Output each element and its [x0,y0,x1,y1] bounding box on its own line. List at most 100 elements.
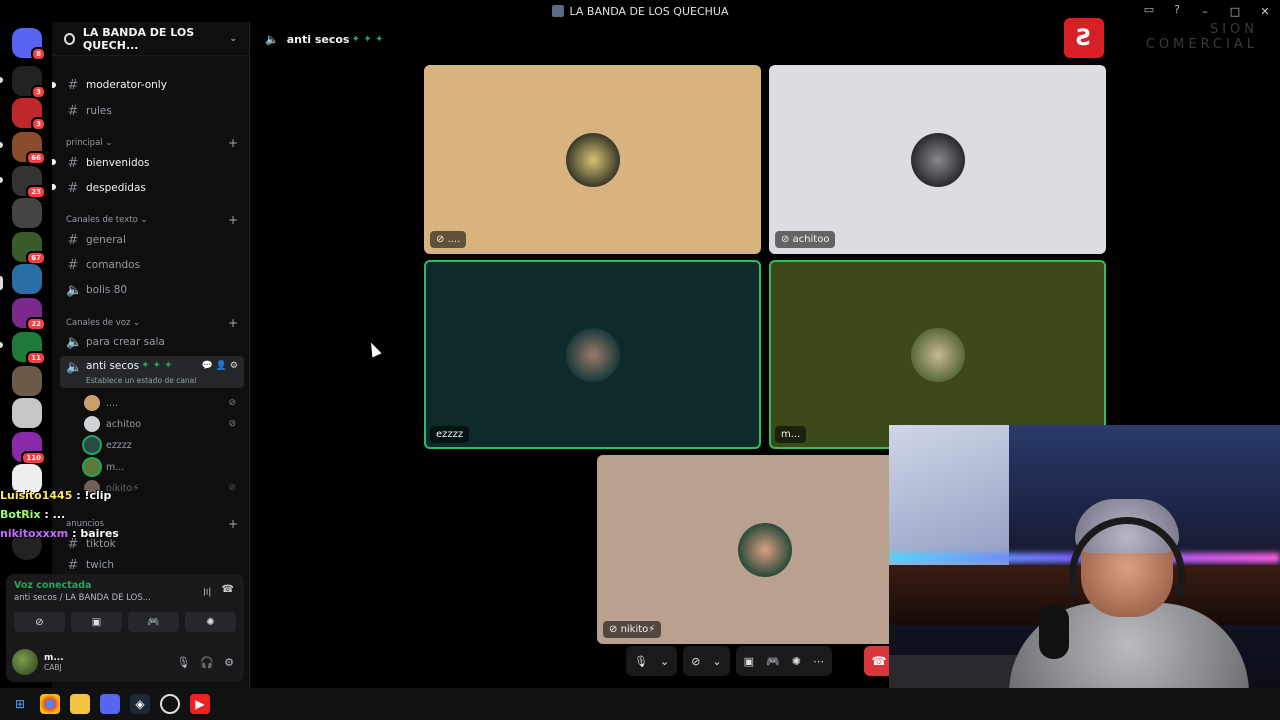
user-panel[interactable]: m... CABJ 🎙 🎧 ⚙ [12,648,240,676]
hash-icon: # [67,232,79,248]
plus-icon[interactable]: + [228,136,238,150]
avatar [12,649,38,675]
emote-icon: ✦ ✦ ✦ [141,360,173,371]
hash-icon: # [67,180,79,196]
screen-share-button[interactable]: ▣ [71,612,122,632]
camera-group[interactable]: ⊘ ⌄ [683,646,730,676]
voice-connection-panel: Voz conectada anti secos / LA BANDA DE L… [6,574,244,682]
chrome-icon[interactable] [40,694,60,714]
participant-tile[interactable]: ⊘ .... [424,65,761,254]
participant-tile[interactable]: ezzzz [424,260,761,449]
server-icon[interactable]: 11 [12,332,46,365]
help-icon[interactable]: ? [1170,3,1184,17]
plus-icon[interactable]: + [228,316,238,330]
webcam-overlay [889,425,1280,720]
brand-watermark: Ƨ SION COMERCIAL [1062,18,1280,62]
headphones-icon[interactable]: 🎧 [200,656,214,669]
participant-tile[interactable]: ⊘ achitoo [769,65,1106,254]
mic-icon[interactable]: 🎙 [634,655,648,668]
category-principal[interactable]: principal ⌄ + [66,136,238,150]
disconnect-icon[interactable]: ☎ [222,584,234,595]
channel-comandos[interactable]: # comandos [60,254,244,276]
camera-off-button[interactable]: ⊘ [14,612,65,632]
channel-moderator-only[interactable]: # moderator-only [60,74,244,96]
minimize-button[interactable]: – [1190,5,1220,18]
category-texto[interactable]: Canales de texto ⌄ + [66,213,238,227]
steam-icon[interactable]: ◈ [130,694,150,714]
activity-button[interactable]: 🎮 [128,612,179,632]
guild-header[interactable]: LA BANDA DE LOS QUECH... ⌄ [52,22,249,56]
home-button[interactable]: 8 [12,28,46,61]
chevron-down-icon[interactable]: ⌄ [660,655,669,668]
server-icon[interactable]: 66 [12,132,46,165]
chat-line: BotRix : ... [0,508,66,521]
plus-icon[interactable]: + [228,517,238,531]
chevron-down-icon: ⌄ [229,33,237,44]
close-button[interactable]: ✕ [1250,5,1280,18]
channel-anti-secos[interactable]: 🔈 anti secos ✦ ✦ ✦ 💬 👤 ⚙ Establece un est… [60,356,244,388]
maximize-button[interactable]: □ [1220,5,1250,18]
avatar [738,522,792,577]
channel-status-hint[interactable]: Establece un estado de canal [86,376,196,385]
participant-label: ⊘ nikito⚡ [603,621,662,638]
avatar [84,459,100,475]
plus-icon[interactable]: + [228,213,238,227]
muted-icon: ⊘ [228,419,236,429]
server-icon[interactable] [12,398,42,428]
guild-name: LA BANDA DE LOS QUECH... [82,25,195,52]
chat-line: Luisito1445 : !clip [0,489,112,502]
server-icon[interactable]: 3 [12,98,46,131]
server-icon[interactable] [12,198,42,228]
category-voz[interactable]: Canales de voz ⌄ + [66,316,238,330]
server-icon[interactable]: 67 [12,232,46,265]
emote-icon: ✦ ✦ ✦ [351,33,384,45]
mic-group[interactable]: 🎙 ⌄ [626,646,678,676]
gear-icon[interactable]: ⚙ [224,656,234,669]
muted-icon: ⊘ [228,398,236,408]
activity-icon[interactable]: 🎮 [766,655,780,668]
discord-icon[interactable] [100,694,120,714]
server-icon[interactable]: 23 [12,166,46,199]
signal-icon[interactable]: 〣 [202,584,212,599]
channel-bolis[interactable]: 🔈 bolis 80 [60,279,244,301]
voice-user[interactable]: .... ⊘ [84,394,244,412]
participant-label: ezzzz [430,426,470,443]
obs-icon[interactable] [160,694,180,714]
avatar [910,327,965,382]
actions-group[interactable]: ▣ 🎮 ✺ ⋯ [735,646,832,676]
voice-user[interactable]: m... [84,458,244,476]
voice-user[interactable]: achitoo ⊘ [84,415,244,433]
inbox-icon[interactable]: ▭ [1142,3,1156,17]
channel-twich[interactable]: # twich [60,558,244,572]
youtube-icon[interactable]: ▶ [190,694,210,714]
channel-despedidas[interactable]: # despedidas [60,177,244,199]
voice-user[interactable]: ezzzz [84,436,244,454]
channel-bienvenidos[interactable]: # bienvenidos [60,152,244,174]
server-icon[interactable]: 22 [12,298,46,331]
screen-share-icon[interactable]: ▣ [744,655,754,668]
participant-tile[interactable]: m... [769,260,1106,449]
channel-general[interactable]: # general [60,229,244,251]
camera-off-icon[interactable]: ⊘ [691,655,700,668]
start-icon[interactable]: ⊞ [10,694,30,714]
participant-tile[interactable]: ⊘ nikito⚡ [597,455,934,644]
soundboard-icon[interactable]: ✺ [792,655,801,668]
chevron-down-icon[interactable]: ⌄ [712,655,721,668]
server-icon[interactable]: 3 [12,66,46,99]
server-icon[interactable] [12,264,42,294]
channel-actions[interactable]: 💬 👤 ⚙ [202,361,238,371]
folder-icon[interactable] [70,694,90,714]
mic-icon[interactable]: 🎙 [176,656,190,669]
chat-line: nikitoxxxm : baires [0,527,119,540]
voice-channel-link[interactable]: anti secos / LA BANDA DE LOS... [14,593,151,603]
more-icon[interactable]: ⋯ [813,655,824,668]
channel-sidebar: LA BANDA DE LOS QUECH... ⌄ # moderator-on… [6,22,250,688]
voice-connected-label: Voz conectada [14,580,92,591]
channel-rules[interactable]: # rules [60,100,244,122]
hash-icon: # [67,77,79,93]
server-icon[interactable] [12,366,42,396]
server-icon[interactable]: 110 [12,432,46,465]
channel-para-crear-sala[interactable]: 🔈 para crear sala [60,331,244,353]
user-status: CABJ [44,662,62,672]
soundboard-button[interactable]: ✺ [185,612,236,632]
